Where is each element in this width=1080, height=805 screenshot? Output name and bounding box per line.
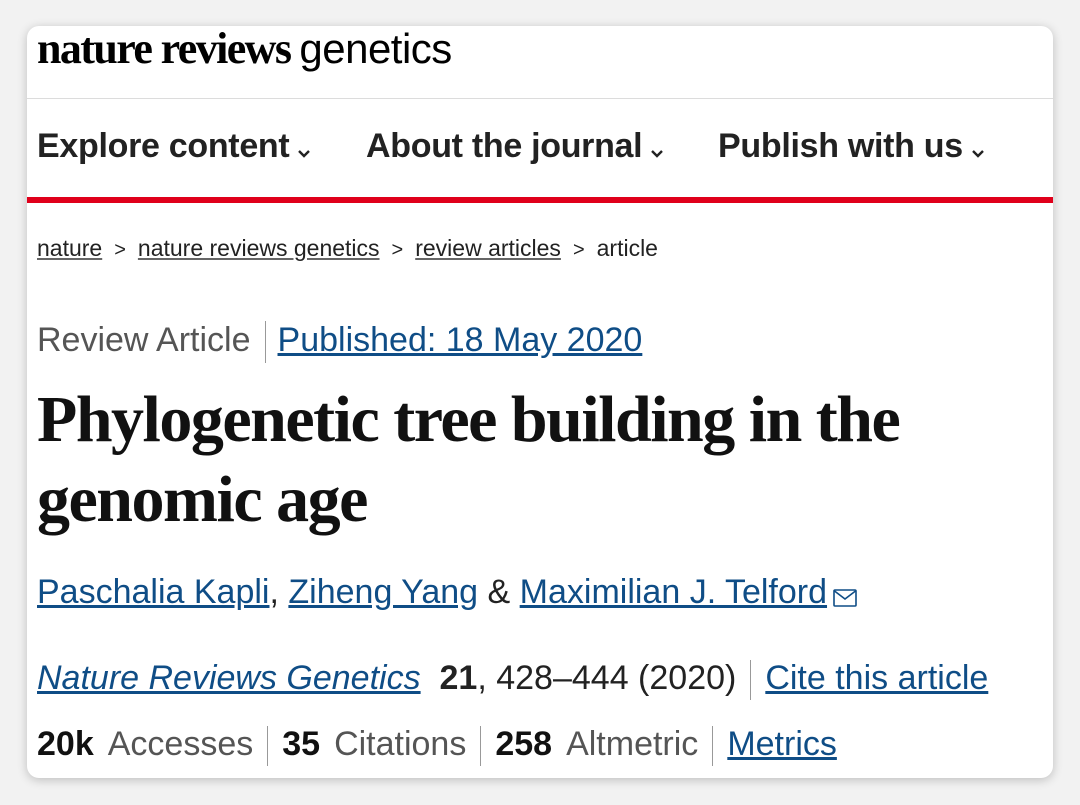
nav-publish-with-us[interactable]: Publish with us — [718, 127, 985, 168]
article-type: Review Article — [37, 321, 251, 359]
citations-label: Citations — [334, 725, 467, 763]
main-nav: Explore content About the journal Publis… — [27, 99, 1053, 203]
citation-divider — [750, 660, 752, 701]
metrics-link[interactable]: Metrics — [727, 725, 837, 763]
nav-about-journal[interactable]: About the journal — [366, 127, 664, 168]
author-link[interactable]: Paschalia Kapli — [37, 573, 269, 611]
journal-link[interactable]: Nature Reviews Genetics — [37, 659, 421, 697]
breadcrumb-nature[interactable]: nature — [37, 235, 102, 261]
author-list: Paschalia Kapli, Ziheng Yang & Maximilia… — [37, 573, 857, 616]
journal-logo[interactable]: nature reviews genetics — [37, 26, 452, 74]
breadcrumb: nature > nature reviews genetics > review ar… — [37, 235, 658, 262]
nav-label: Publish with us — [718, 127, 963, 165]
nav-label: Explore content — [37, 127, 290, 165]
article-page: nature reviews genetics Explore content A… — [27, 26, 1053, 778]
altmetric-label: Altmetric — [566, 725, 699, 763]
metrics-divider — [267, 726, 269, 767]
volume-number: 21 — [439, 659, 478, 697]
accesses-count: 20k — [37, 725, 94, 763]
published-date-link[interactable]: Published: 18 May 2020 — [278, 321, 643, 359]
citation-line: Nature Reviews Genetics 21, 428–444 (202… — [37, 659, 988, 701]
author-separator: & — [478, 573, 520, 611]
accesses-label: Accesses — [107, 725, 254, 763]
mail-icon[interactable] — [833, 577, 857, 616]
altmetric-score: 258 — [495, 725, 553, 763]
breadcrumb-separator: > — [572, 239, 585, 261]
author-link[interactable]: Maximilian J. Telford — [520, 573, 827, 611]
chevron-down-icon — [297, 129, 311, 168]
breadcrumb-separator: > — [114, 239, 126, 261]
breadcrumb-review-articles[interactable]: review articles — [415, 235, 561, 261]
masthead: nature reviews genetics — [27, 26, 1053, 99]
author-separator: , — [269, 573, 289, 611]
author-link[interactable]: Ziheng Yang — [288, 573, 478, 611]
logo-wordmark-light: genetics — [299, 26, 452, 72]
breadcrumb-separator: > — [391, 239, 404, 261]
nav-label: About the journal — [366, 127, 643, 165]
pages-year: , 428–444 (2020) — [477, 659, 737, 697]
breadcrumb-nature-reviews-genetics[interactable]: nature reviews genetics — [138, 235, 380, 261]
nav-explore-content[interactable]: Explore content — [37, 127, 311, 168]
meta-divider — [264, 321, 266, 364]
article-meta: Review Article Published: 18 May 2020 — [37, 321, 643, 364]
metrics-bar: 20k Accesses 35 Citations 258 Altmetric Metric… — [37, 725, 837, 767]
cite-this-article-link[interactable]: Cite this article — [765, 659, 988, 697]
chevron-down-icon — [971, 129, 985, 168]
chevron-down-icon — [650, 129, 664, 168]
article-title: Phylogenetic tree building in the genomi… — [37, 383, 901, 536]
metrics-divider — [480, 726, 482, 767]
metrics-divider — [712, 726, 714, 767]
breadcrumb-current: article — [596, 235, 658, 261]
logo-wordmark-bold: nature reviews — [37, 26, 292, 73]
citations-count: 35 — [282, 725, 321, 763]
